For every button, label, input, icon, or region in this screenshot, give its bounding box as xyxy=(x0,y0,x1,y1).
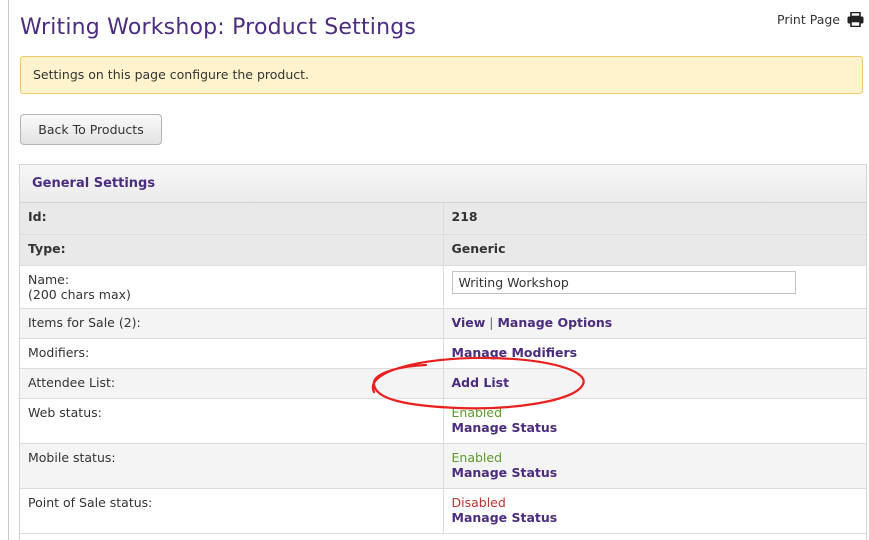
id-value: 218 xyxy=(443,203,866,235)
panel-heading: General Settings xyxy=(20,165,866,203)
pos-manage-status-link[interactable]: Manage Status xyxy=(452,510,558,525)
row-id: Id: 218 xyxy=(20,203,866,235)
row-type: Type: Generic xyxy=(20,234,866,266)
mobile-status-label: Mobile status: xyxy=(20,443,444,489)
info-notice: Settings on this page configure the prod… xyxy=(20,56,863,94)
row-pos-status: Point of Sale status: Disabled Manage St… xyxy=(20,488,866,534)
web-status-label: Web status: xyxy=(20,398,444,444)
type-value: Generic xyxy=(443,234,866,266)
row-attendee-list: Attendee List: Add List xyxy=(20,368,866,399)
printer-icon xyxy=(847,12,864,27)
pos-status-label: Point of Sale status: xyxy=(20,488,444,534)
link-separator: | xyxy=(489,314,494,330)
row-web-status: Web status: Enabled Manage Status xyxy=(20,398,866,444)
mobile-manage-status-link[interactable]: Manage Status xyxy=(452,465,558,480)
id-label: Id: xyxy=(20,203,444,235)
pos-status-value: Disabled xyxy=(451,494,506,510)
items-for-sale-links: View | Manage Options xyxy=(443,308,866,339)
row-items-for-sale: Items for Sale (2): View | Manage Options xyxy=(20,308,866,339)
row-modifiers: Modifiers: Manage Modifiers xyxy=(20,338,866,369)
manage-options-link[interactable]: Manage Options xyxy=(497,315,612,330)
attendee-list-label: Attendee List: xyxy=(20,368,444,399)
items-for-sale-label: Items for Sale (2): xyxy=(20,308,444,339)
modifiers-label: Modifiers: xyxy=(20,338,444,369)
name-input-cell xyxy=(443,265,866,309)
page-title: Writing Workshop: Product Settings xyxy=(20,15,417,40)
manage-modifiers-link[interactable]: Manage Modifiers xyxy=(452,345,578,360)
print-page-link[interactable]: Print Page xyxy=(777,12,864,27)
web-status-value: Enabled xyxy=(451,404,503,420)
web-manage-status-link[interactable]: Manage Status xyxy=(452,420,558,435)
settings-table: Id: 218 Type: Generic Name: (200 chars m… xyxy=(20,203,866,534)
type-label: Type: xyxy=(20,234,444,266)
name-label-cell: Name: (200 chars max) xyxy=(20,265,444,309)
add-list-link[interactable]: Add List xyxy=(452,375,510,390)
back-to-products-button[interactable]: Back To Products xyxy=(20,114,162,145)
view-link[interactable]: View xyxy=(452,315,486,330)
name-hint: (200 chars max) xyxy=(28,286,131,302)
name-input[interactable] xyxy=(451,270,796,294)
row-name: Name: (200 chars max) xyxy=(20,265,866,309)
name-label: Name: xyxy=(28,271,70,287)
mobile-status-value: Enabled xyxy=(451,449,503,465)
print-page-label: Print Page xyxy=(777,12,840,27)
general-settings-panel: General Settings Id: 218 Type: Generic N… xyxy=(19,164,867,540)
page-frame-border xyxy=(8,0,9,540)
row-mobile-status: Mobile status: Enabled Manage Status xyxy=(20,443,866,489)
